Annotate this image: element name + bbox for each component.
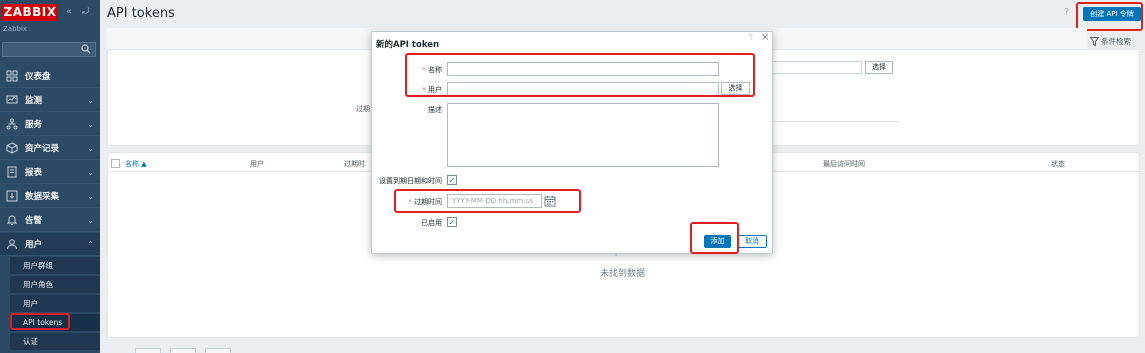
filter-tab-label: 条件检索 [1101,36,1131,46]
search-icon[interactable] [81,44,91,54]
annotation-box [10,313,70,330]
annotation-box [690,222,739,254]
sidebar-search-input[interactable] [2,42,96,57]
annotation-box [394,189,581,213]
sidebar-subitem-authentication[interactable]: 认证 [10,333,100,351]
sidebar-item-dashboard[interactable]: 仪表盘 [0,65,100,88]
enabled-checkbox[interactable]: ✓ [447,217,457,227]
filter-select-button[interactable]: 选择 [865,61,893,74]
sidebar-item-label: 监测 [25,96,43,106]
collapse-sidebar-icon[interactable]: « [66,7,72,17]
filter-icon [1090,36,1099,46]
column-header-user[interactable]: 用户 [250,159,264,169]
footer-button[interactable] [205,348,231,353]
filter-tab[interactable]: 条件检索 [1090,34,1142,48]
set-expiry-label: 设置到期日期和时间 [379,177,442,185]
chevron-down-icon: ⌄ [87,96,94,105]
annotation-box [1076,2,1143,31]
description-textarea[interactable] [447,103,719,167]
page-title: API tokens [107,6,175,21]
check-mark-icon: ✓ [448,175,456,185]
cancel-button[interactable]: 取消 [737,235,767,248]
chevron-down-icon: ⌄ [87,144,94,153]
enabled-label: 已启用 [421,219,442,227]
sidebar-item-label: 用户 [25,240,43,250]
sidebar-item-label: 仪表盘 [25,72,51,82]
chevron-down-icon: ⌄ [87,216,94,225]
annotation-box [405,53,755,97]
sidebar-item-reports[interactable]: 报表 ⌄ [0,161,100,184]
sidebar-item-label: 告警 [25,216,43,226]
close-icon[interactable]: × [761,32,769,43]
dashboard-icon [5,69,19,83]
sidebar-item-label: 报表 [25,168,43,178]
users-icon [5,237,19,251]
footer-button[interactable] [170,348,196,353]
sidebar: ZABBIX « ⤾ Zabbix 仪表盘 监测 ⌄ 服务 ⌄ 资产记录 ⌄ 报… [0,0,100,353]
dialog-title: 新的API token [376,40,440,50]
sidebar-item-inventory[interactable]: 资产记录 ⌄ [0,137,100,160]
data-collection-icon [5,189,19,203]
no-data-message: 未找到数据 [600,269,646,279]
sidebar-item-label: 服务 [25,120,43,130]
reports-icon [5,165,19,179]
monitoring-icon [5,93,19,107]
sidebar-subitem-user-roles[interactable]: 用户角色 [10,276,100,294]
sidebar-item-services[interactable]: 服务 ⌄ [0,113,100,136]
sidebar-item-label: 数据采集 [25,192,60,202]
select-all-checkbox[interactable] [111,159,120,168]
server-name: Zabbix [3,25,28,33]
check-mark-icon: ✓ [448,217,456,227]
chevron-down-icon: ⌄ [87,120,94,129]
sidebar-item-users[interactable]: 用户 ⌃ [0,233,100,256]
sidebar-item-label: 资产记录 [25,144,60,154]
inventory-icon [5,141,19,155]
sidebar-item-data-collection[interactable]: 数据采集 ⌄ [0,185,100,208]
sidebar-subitem-user-groups[interactable]: 用户群组 [10,257,100,275]
set-expiry-checkbox[interactable]: ✓ [447,175,457,185]
chevron-down-icon: ⌄ [87,168,94,177]
filter-expires-label: 过期 [356,105,370,113]
footer-button[interactable] [135,348,161,353]
chevron-up-icon: ⌃ [87,240,94,249]
column-header-expires[interactable]: 过期时 [344,159,365,169]
dialog-help-icon[interactable]: ? [749,33,753,42]
logo-row: ZABBIX « ⤾ [0,0,100,24]
filter-user-input[interactable] [770,61,862,74]
kiosk-mode-icon[interactable]: ⤾ [82,7,90,17]
help-icon[interactable]: ? [1064,7,1069,18]
sidebar-subitem-users[interactable]: 用户 [10,295,100,313]
zabbix-logo[interactable]: ZABBIX [2,4,58,21]
column-header-status[interactable]: 状态 [1051,159,1065,169]
services-icon [5,117,19,131]
sidebar-item-alerts[interactable]: 告警 ⌄ [0,209,100,232]
column-header-name[interactable]: 名称 ▲ [125,159,147,169]
sidebar-item-monitoring[interactable]: 监测 ⌄ [0,89,100,112]
description-label: 描述 [428,106,442,114]
bell-icon [5,213,19,227]
chevron-down-icon: ⌄ [87,192,94,201]
column-header-last-accessed[interactable]: 最后访问时间 [823,159,865,169]
